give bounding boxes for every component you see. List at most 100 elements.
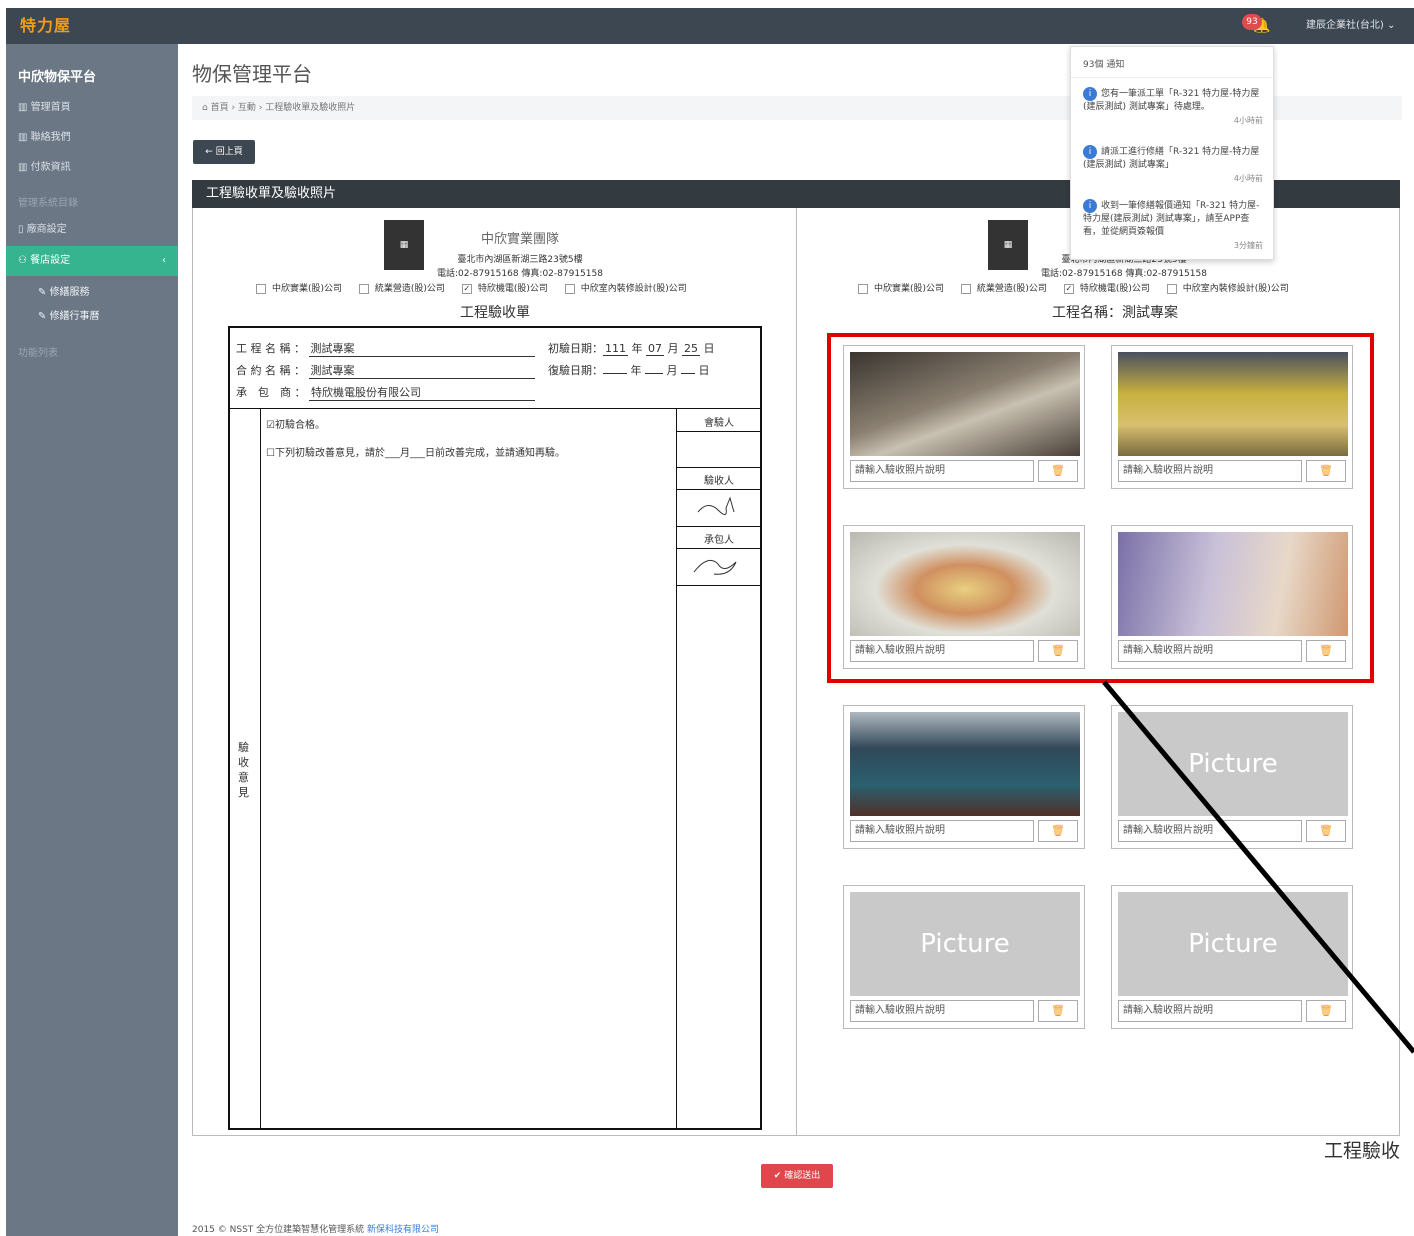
photo-card: 請輸入驗收照片說明 🗑 [843,705,1085,849]
sidebar-item-label: 付款資訊 [30,162,71,173]
notification-item[interactable]: i 請派工進行修繕「R-321 特力屋-特力屋(建辰測試) 測試專案」 4小時前 [1071,145,1275,185]
trash-icon: 🗑 [1051,1004,1065,1017]
company-phone: 電話:02-87915168 傳真:02-87915158 [437,269,603,279]
date-unit: 日 [703,342,715,355]
trash-icon: 🗑 [1051,824,1065,837]
sidebar-subitem-repair-calendar[interactable]: ✎ 修繕行事曆 [38,308,168,326]
checkbox-label: 中欣實業(股)公司 [272,284,343,294]
checkbox-label: 統業營造(股)公司 [374,284,445,294]
checkbox-label: 特欣機電(股)公司 [1079,284,1150,294]
photo-description-input[interactable]: 請輸入驗收照片說明 [850,1000,1034,1022]
delete-button[interactable]: 🗑 [1038,1000,1078,1022]
acceptor-signature [697,496,735,515]
wrench-icon: ✎ [38,311,50,322]
check-icon: ✔ [773,1171,785,1181]
checkbox[interactable] [564,283,575,294]
field-label: 承 包 商 ： [236,386,306,399]
field-label: 合 約 名 稱 ： [236,364,305,377]
checkbox[interactable] [256,283,266,294]
page-title: 物保管理平台 [192,62,312,86]
checkbox[interactable] [358,283,369,294]
project-name-value: 測試專案 [308,340,535,357]
chart-icon: ▥ [18,162,31,173]
notification-item[interactable]: i 您有一筆派工單「R-321 特力屋-特力屋(建辰測試) 測試專案」待處理。 4小… [1071,87,1275,127]
sidebar-item-home[interactable]: ▥ 管理首頁 [18,98,168,118]
checkbox[interactable] [858,283,868,294]
field-label: 初驗日期： [548,342,603,355]
sidebar: 中欣物保平台 ▥ 管理首頁 ▥ 聯絡我們 ▥ 付款資訊 管理系統目錄 ▯ 廠商設… [6,44,178,1236]
date-unit: 年 [630,364,642,377]
improve-text: ☐下列初驗改善意見，請於___月___日前改善完成，並請通知再驗。 [266,448,565,459]
contract-name-row: 合 約 名 稱 ： 測試專案 [236,362,535,379]
first-inspection-date: 初驗日期： 111 年 07 月 25 日 [548,340,715,356]
checkbox-checked[interactable]: ✓ [461,283,472,294]
project-heading: 工程名稱：測試專案 [1052,305,1178,321]
form-rule [677,489,761,490]
checkbox[interactable] [960,283,971,294]
contractor-value: 特欣機電股份有限公司 [309,384,535,401]
acceptor-label: 驗收人 [704,476,734,487]
user-menu[interactable]: 建辰企業社(台北) ⌄ [1306,14,1414,38]
company-phone: 電話:02-87915168 傳真:02-87915158 [1041,269,1207,279]
sidebar-item-store-settings[interactable]: ⚇ 餐店設定 ‹ [6,246,178,276]
submit-button[interactable]: ✔ 確認送出 [761,1164,833,1188]
form-rule [677,467,761,468]
company-name: 中欣實業團隊 [480,232,559,247]
notification-dropdown: 93個 通知 i 您有一筆派工單「R-321 特力屋-特力屋(建辰測試) 測試專案… [1070,46,1275,260]
annotation-arrow-line [1102,680,1414,1054]
checkbox-label: 中欣實業(股)公司 [874,284,945,294]
sidebar-item-label: 餐店設定 [30,255,71,266]
footer-text: 2015 © NSST 全方位建築智慧化管理系統 [192,1225,368,1235]
notification-item[interactable]: i 收到一筆修繕報價通知「R-321 特力屋-特力屋(建辰測試) 測試專案」，請至… [1071,199,1275,252]
field-label: 復驗日期： [548,364,603,377]
sidebar-title: 中欣物保平台 [18,70,97,85]
delete-button[interactable]: 🗑 [1038,820,1078,842]
sidebar-item-label: 管理首頁 [30,102,71,113]
chart-icon: ▥ [18,102,31,113]
checkbox[interactable] [1166,283,1177,294]
photo-placeholder[interactable]: Picture [850,892,1080,996]
company-checkbox-row: 中欣實業(股)公司 統業營造(股)公司 ✓ 特欣機電(股)公司 中欣室內裝修設計(… [242,281,687,294]
form-rule [676,408,677,1130]
date-blank [645,373,663,374]
form-rule [228,408,762,409]
field-label: 工 程 名 稱 ： [236,342,305,355]
notification-count-badge[interactable]: 93 [1242,14,1262,30]
pass-text: ☑初驗合格。 [266,420,325,431]
back-button[interactable]: ← 回上頁 [193,140,255,164]
sidebar-subitem-repair-service[interactable]: ✎ 修繕服務 [38,284,168,302]
form-rule [677,431,761,432]
sidebar-item-payment[interactable]: ▥ 付款資訊 [18,158,168,178]
checkbox-label: 特欣機電(股)公司 [477,284,548,294]
form-rule [677,548,761,549]
checkbox-label: 中欣室內裝修設計(股)公司 [1182,284,1289,294]
date-month: 07 [646,342,664,356]
date-unit: 月 [667,342,679,355]
date-blank [603,373,627,374]
contractor-signature [693,559,737,575]
sidebar-item-contact[interactable]: ▥ 聯絡我們 [18,128,168,148]
brand-logo[interactable]: 特力屋 [20,14,100,38]
sidebar-section-heading: 管理系統目錄 [18,198,78,209]
checkbox-checked[interactable]: ✓ [1063,283,1074,294]
sidebar-item-label: 修繕服務 [49,287,90,298]
sidebar-item-vendor-settings[interactable]: ▯ 廠商設定 [18,220,168,240]
contractor-signature-label: 承包人 [704,535,734,546]
footer-link[interactable]: 新保科技有限公司 [367,1225,439,1235]
re-inspection-date: 復驗日期： 年 月 日 [548,362,710,378]
annotation-label: 工程驗收 [1324,1140,1401,1162]
breadcrumb-text[interactable]: 首頁 › 互動 › 工程驗收單及驗收照片 [211,103,356,113]
photo-card: Picture 請輸入驗收照片說明 🗑 [843,885,1085,1029]
sidebar-item-label: 修繕行事曆 [49,311,100,322]
info-icon: i [1083,199,1097,213]
checkbox-label: 統業營造(股)公司 [976,284,1047,294]
company-checkbox-row: 中欣實業(股)公司 統業營造(股)公司 ✓ 特欣機電(股)公司 中欣室內裝修設計(… [844,281,1289,294]
contractor-row: 承 包 商 ： 特欣機電股份有限公司 [236,384,535,401]
chat-icon: ⚇ [18,255,31,266]
square-icon: ▯ [18,224,27,235]
photo[interactable] [850,712,1080,816]
home-icon: ⌂ [202,103,211,113]
sidebar-section-heading: 功能列表 [18,348,58,359]
photo-description-input[interactable]: 請輸入驗收照片說明 [850,820,1034,842]
company-address: 臺北市內湖區新湖三路23號5樓 [457,255,583,265]
